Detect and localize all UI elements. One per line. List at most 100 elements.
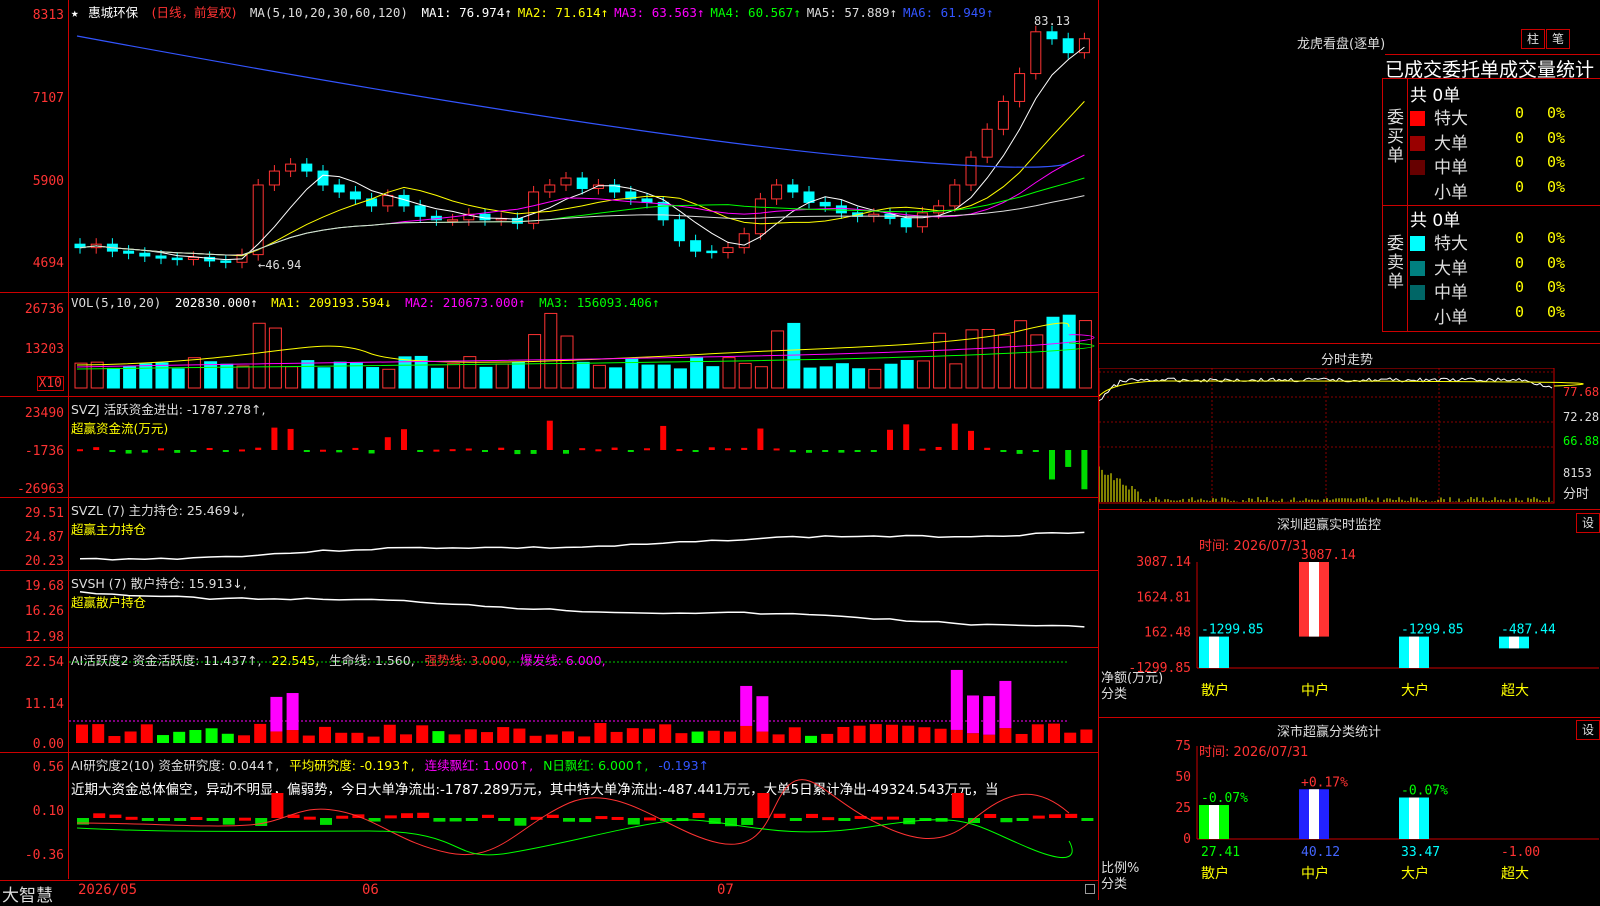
candle <box>1062 38 1074 54</box>
svsh-panel[interactable]: 19.68 16.26 12.98 SVSH (7) 散户持仓: 15.913↓… <box>0 571 1098 648</box>
color-swatch <box>1410 184 1425 200</box>
y-label: -0.36 <box>24 848 64 863</box>
volume-bar <box>155 362 169 389</box>
flow-bar <box>174 450 181 453</box>
y-label: 3087.14 <box>1136 555 1191 570</box>
date-label: 2026/05 <box>78 882 138 898</box>
row-pct: 0% <box>1547 229 1566 247</box>
volume-bar <box>187 357 201 389</box>
kline-y-axis: 8313 7107 5900 4694 <box>0 0 69 292</box>
pen-mode-button[interactable]: 笔 <box>1546 29 1570 49</box>
activity-bar <box>254 723 267 743</box>
net-bar-highlight <box>1509 636 1519 649</box>
research-bar <box>789 818 802 821</box>
activity-bar <box>934 728 947 743</box>
volume-bar <box>252 322 266 389</box>
volume-bar <box>981 328 995 389</box>
avg-line <box>1099 380 1584 397</box>
flow-bar <box>757 428 764 450</box>
flow-bar <box>141 450 148 453</box>
candle <box>220 260 232 263</box>
row-label: 大单 <box>1434 258 1468 279</box>
volume-bar <box>317 367 331 389</box>
candle <box>139 252 151 257</box>
activity-bar <box>383 724 396 743</box>
svzj-panel[interactable]: 23490 -1736 -26963 SVZJ 活跃资金进出: -1787.27… <box>0 397 1098 498</box>
activity-bar <box>1048 723 1060 743</box>
lock-icon[interactable] <box>1085 884 1095 894</box>
candle <box>900 217 912 228</box>
flow-bar <box>125 450 132 454</box>
activity-bar <box>724 731 736 743</box>
candle <box>997 100 1009 130</box>
flow-bar <box>206 447 213 450</box>
flow-bar <box>1032 450 1039 452</box>
row-pct: 0% <box>1547 128 1566 147</box>
activity-bar <box>967 733 979 743</box>
stats-panel[interactable]: 深市超赢分类统计 设 时间: 2026/07/31 75 50 25 0 -0.07% 2… <box>1098 718 1600 900</box>
candle <box>187 256 199 260</box>
intraday-title: 分时走势 <box>1321 353 1374 368</box>
svzl-chart <box>79 531 1085 561</box>
y-label: 77.68 <box>1563 385 1600 399</box>
value-label: 27.41 <box>1201 845 1240 860</box>
unit-label: 分类 <box>1101 687 1128 702</box>
order-row: 小单 0 0% <box>1410 302 1600 328</box>
flow-bar <box>1000 450 1007 452</box>
volume-bar <box>819 366 833 389</box>
order-row: 中单 0 0% <box>1410 153 1600 178</box>
volume-panel[interactable]: 26736 13203 X10 VOL(5,10,20) 202830.000↑… <box>0 293 1098 397</box>
volume-bar <box>609 367 623 389</box>
candle <box>657 201 669 221</box>
research-bar <box>838 818 851 821</box>
activity-bar <box>950 669 963 730</box>
candle <box>333 184 345 193</box>
activity-bar <box>464 729 477 743</box>
activity-bar <box>140 724 153 743</box>
y-label: 12.98 <box>24 630 64 645</box>
intraday-panel[interactable]: 分时走势 77.68 72.28 66.88 8153 分时 <box>1098 344 1600 510</box>
flow-bar <box>563 450 569 454</box>
candle <box>949 184 961 207</box>
ai-active-panel[interactable]: 22.54 11.14 0.00 AI活跃度2 资金活跃度: 11.437↑, … <box>0 648 1098 753</box>
candle <box>690 240 702 252</box>
kline-chart <box>74 25 1090 269</box>
activity-bar <box>788 727 801 743</box>
volume-bar <box>852 368 866 389</box>
activity-bar <box>545 734 558 743</box>
candle <box>301 163 313 172</box>
research-bar <box>158 818 170 821</box>
svzl-panel[interactable]: 29.51 24.87 20.23 SVZL (7) 主力持仓: 25.469↓… <box>0 498 1098 571</box>
research-bar <box>1049 814 1061 818</box>
activity-bar <box>302 735 315 743</box>
candle <box>933 205 945 214</box>
brand-label[interactable]: 大智慧 <box>2 881 53 906</box>
order-row: 小单 0 0% <box>1410 178 1600 203</box>
row-pct: 0% <box>1547 302 1566 321</box>
activity-bar <box>513 728 526 743</box>
bar-mode-button[interactable]: 柱 <box>1521 29 1545 49</box>
y-label: 162.48 <box>1144 626 1191 641</box>
y-label: 13203 <box>24 342 64 357</box>
activity-bar <box>205 728 218 743</box>
y-label: 16.26 <box>24 604 64 619</box>
kline-panel[interactable]: 8313 7107 5900 4694 ★ 惠城环保 (日线，前复权) MA(5… <box>0 0 1098 293</box>
color-swatch <box>1410 160 1425 175</box>
sell-label: 委卖单 <box>1387 234 1404 292</box>
research-bar <box>1032 815 1045 819</box>
candle <box>382 194 394 207</box>
research-bar <box>206 818 219 821</box>
ai-research-panel[interactable]: 0.56 0.10 -0.36 AI研究度2(10) 资金研究度: 0.044↑… <box>0 753 1098 879</box>
volume-bar <box>204 361 218 389</box>
candle <box>965 156 977 186</box>
activity-bar <box>270 696 283 732</box>
volume-bar <box>139 363 153 389</box>
flow-bar <box>158 448 164 451</box>
monitor-panel[interactable]: 深圳超赢实时监控 设 时间: 2026/07/31 3087.14 1624.81… <box>1098 510 1600 718</box>
flow-bar <box>708 447 715 450</box>
research-bar <box>482 814 494 818</box>
volume-bar <box>430 367 444 389</box>
flow-bar <box>579 448 586 451</box>
research-bar <box>190 816 203 820</box>
research-bar <box>514 818 527 826</box>
